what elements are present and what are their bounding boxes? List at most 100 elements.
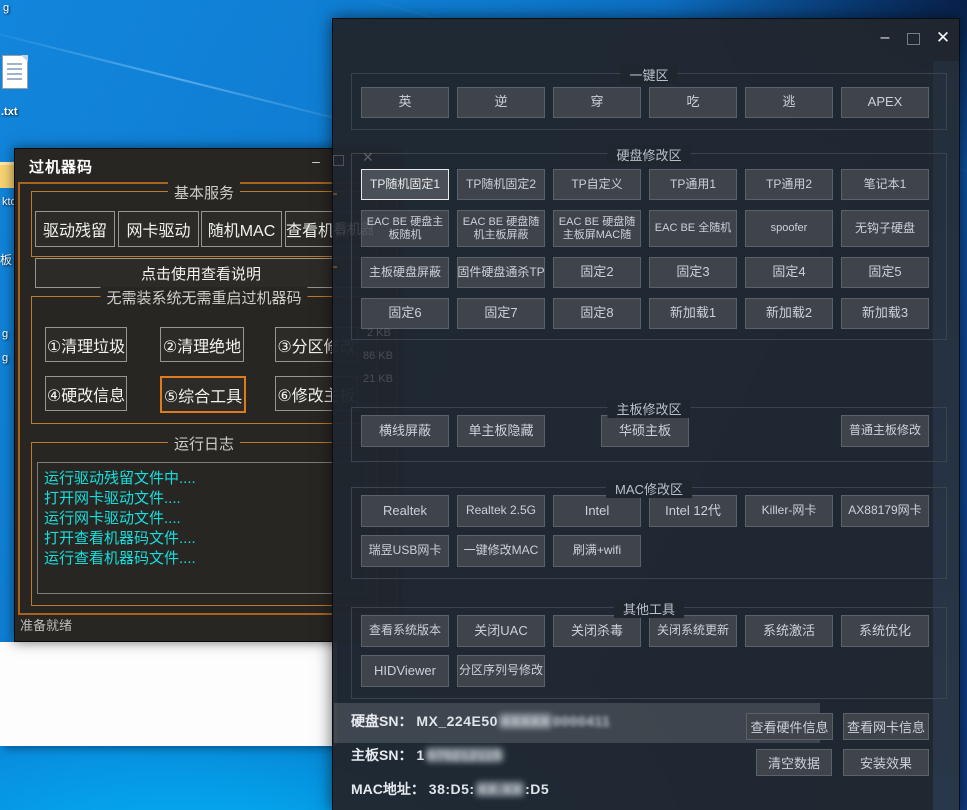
fixed4-button[interactable]: 固定4: [745, 257, 833, 288]
background-white-window[interactable]: [0, 642, 337, 746]
hidviewer-button[interactable]: HIDViewer: [361, 655, 449, 687]
mb-disk-hide-button[interactable]: 主板硬盘屏蔽: [361, 257, 449, 288]
partition-serial-button[interactable]: 分区序列号修改: [457, 655, 545, 687]
text-file-icon[interactable]: [2, 55, 28, 89]
ghost-maximize-icon: [333, 155, 344, 166]
log-line: 运行查看机器码文件....: [44, 549, 366, 569]
laptop1-button[interactable]: 笔记本1: [841, 169, 929, 200]
realtek-25g-button[interactable]: Realtek 2.5G: [457, 495, 545, 527]
intel-button[interactable]: Intel: [553, 495, 641, 527]
oneclick-section: 一键区 英 逆 穿 吃 逃 APEX: [351, 73, 947, 130]
normal-mb-modify-button[interactable]: 普通主板修改: [841, 415, 929, 447]
clear-data-button[interactable]: 清空数据: [756, 749, 832, 776]
mac-line: MAC地址： 38:D5:XX:XX:D5: [351, 779, 549, 799]
tp-general1-button[interactable]: TP通用1: [649, 169, 737, 200]
usage-help-button[interactable]: 点击使用查看说明: [35, 258, 367, 288]
close-icon[interactable]: ✕: [931, 26, 955, 50]
install-effect-button[interactable]: 安装效果: [843, 749, 929, 776]
eac-be-all-random-button[interactable]: EAC BE 全随机: [649, 210, 737, 247]
log-line: 打开网卡驱动文件....: [44, 489, 366, 509]
tp-general2-button[interactable]: TP通用2: [745, 169, 833, 200]
hdd-sn-value: MX_224E50: [416, 713, 498, 729]
view-os-version-button[interactable]: 查看系统版本: [361, 615, 449, 647]
newload3-button[interactable]: 新加载3: [841, 298, 929, 329]
group-legend: 基本服务: [168, 182, 240, 203]
killer-nic-button[interactable]: Killer-网卡: [745, 495, 833, 527]
group-legend: 运行日志: [168, 433, 240, 454]
oneclick-btn-2[interactable]: 逆: [457, 87, 545, 118]
mac-value: 38:D5:: [429, 781, 475, 797]
desktop: g .txt kto 板 g g 过机器码 – 基本服务 驱动残留 网卡驱动 随…: [0, 0, 967, 810]
mb-sn-redacted: 070212115: [425, 747, 505, 763]
fixed5-button[interactable]: 固定5: [841, 257, 929, 288]
section-legend: 主板修改区: [607, 399, 690, 418]
minimize-icon[interactable]: –: [305, 151, 327, 171]
combined-tools-button[interactable]: ⑤综合工具: [160, 376, 246, 413]
ax88179-nic-button[interactable]: AX88179网卡: [841, 495, 929, 527]
desktop-icon-label-ban[interactable]: 板: [0, 251, 12, 268]
ghost-orange-edge: [333, 193, 337, 195]
desktop-icon-label-g2[interactable]: g: [2, 352, 8, 364]
hardware-modify-window: – ✕ 一键区 英 逆 穿 吃 逃 APEX 硬盘修改区 TP随机固定1 TP随…: [332, 18, 960, 810]
oneclick-btn-3[interactable]: 穿: [553, 87, 641, 118]
view-hardware-info-button[interactable]: 查看硬件信息: [746, 713, 833, 740]
hdd-sn-suffix: 0000411: [553, 713, 610, 729]
nic-driver-button[interactable]: 网卡驱动: [118, 211, 199, 247]
log-line: 运行网卡驱动文件....: [44, 509, 366, 529]
line-hide-button[interactable]: 横线屏蔽: [361, 415, 449, 447]
eac-be-disk-random-mb-hide-button[interactable]: EAC BE 硬盘随机主板屏蔽: [457, 210, 545, 247]
mac-suffix: :D5: [525, 781, 549, 797]
oneclick-btn-5[interactable]: 逃: [745, 87, 833, 118]
intel-12gen-button[interactable]: Intel 12代: [649, 495, 737, 527]
asus-mb-button[interactable]: 华硕主板: [601, 415, 689, 447]
minimize-icon[interactable]: –: [873, 27, 897, 49]
view-nic-info-button[interactable]: 查看网卡信息: [843, 713, 929, 740]
eac-be-disk-mb-random-button[interactable]: EAC BE 硬盘主板随机: [361, 210, 449, 247]
activate-os-button[interactable]: 系统激活: [745, 615, 833, 647]
random-mac-button[interactable]: 随机MAC: [201, 211, 282, 247]
group-legend: 无需装系统无需重启过机器码: [100, 287, 307, 308]
oneclick-mac-button[interactable]: 一键修改MAC: [457, 535, 545, 567]
tp-custom-button[interactable]: TP自定义: [553, 169, 641, 200]
run-log-box[interactable]: 运行驱动残留文件中.... 打开网卡驱动文件.... 运行网卡驱动文件.... …: [37, 462, 367, 594]
ghost-file-size-3: 21 KB: [363, 373, 393, 385]
desktop-icon-label[interactable]: g: [3, 2, 9, 14]
newload2-button[interactable]: 新加载2: [745, 298, 833, 329]
desktop-icon-label-txt[interactable]: .txt: [1, 106, 18, 118]
hdd-sn-line: 硬盘SN： MX_224E50XXXXX0000411: [351, 711, 610, 731]
maximize-icon[interactable]: [907, 33, 920, 45]
oneclick-btn-apex[interactable]: APEX: [841, 87, 929, 118]
tp-random-fixed2-button[interactable]: TP随机固定2: [457, 169, 545, 200]
clean-junk-button[interactable]: ①清理垃圾: [45, 327, 127, 362]
single-mb-hide-button[interactable]: 单主板隐藏: [457, 415, 545, 447]
desktop-icon-label-g1[interactable]: g: [2, 328, 8, 340]
usb-nic-button[interactable]: 瑞昱USB网卡: [361, 535, 449, 567]
fixed6-button[interactable]: 固定6: [361, 298, 449, 329]
optimize-os-button[interactable]: 系统优化: [841, 615, 929, 647]
clean-pubg-button[interactable]: ②清理绝地: [160, 327, 244, 362]
fixed8-button[interactable]: 固定8: [553, 298, 641, 329]
oneclick-btn-4[interactable]: 吃: [649, 87, 737, 118]
flush-wifi-button[interactable]: 刷满+wifi: [553, 535, 641, 567]
disable-uac-button[interactable]: 关闭UAC: [457, 615, 545, 647]
hard-modify-info-button[interactable]: ④硬改信息: [45, 376, 127, 411]
window-title: 过机器码: [29, 156, 93, 177]
realtek-button[interactable]: Realtek: [361, 495, 449, 527]
no-hook-disk-button[interactable]: 无钩子硬盘: [841, 210, 929, 247]
firmware-disk-tp-button[interactable]: 固件硬盘通杀TP: [457, 257, 545, 288]
fixed2-button[interactable]: 固定2: [553, 257, 641, 288]
fixed3-button[interactable]: 固定3: [649, 257, 737, 288]
fixed7-button[interactable]: 固定7: [457, 298, 545, 329]
eac-be-disk-mb-mac-random-button[interactable]: EAC BE 硬盘随主板屏MAC随: [553, 210, 641, 247]
tp-random-fixed1-button[interactable]: TP随机固定1: [361, 169, 449, 200]
mb-sn-line: 主板SN： 1070212115: [351, 745, 504, 765]
spoofer-button[interactable]: spoofer: [745, 210, 833, 247]
mb-sn-value: 1: [416, 747, 424, 763]
disk-modify-section: 硬盘修改区 TP随机固定1 TP随机固定2 TP自定义 TP通用1 TP通用2 …: [351, 153, 947, 340]
status-text: 准备就绪: [20, 615, 72, 634]
oneclick-btn-1[interactable]: 英: [361, 87, 449, 118]
newload1-button[interactable]: 新加载1: [649, 298, 737, 329]
disable-update-button[interactable]: 关闭系统更新: [649, 615, 737, 647]
disable-antivirus-button[interactable]: 关闭杀毒: [553, 615, 641, 647]
driver-residue-button[interactable]: 驱动残留: [35, 211, 115, 247]
